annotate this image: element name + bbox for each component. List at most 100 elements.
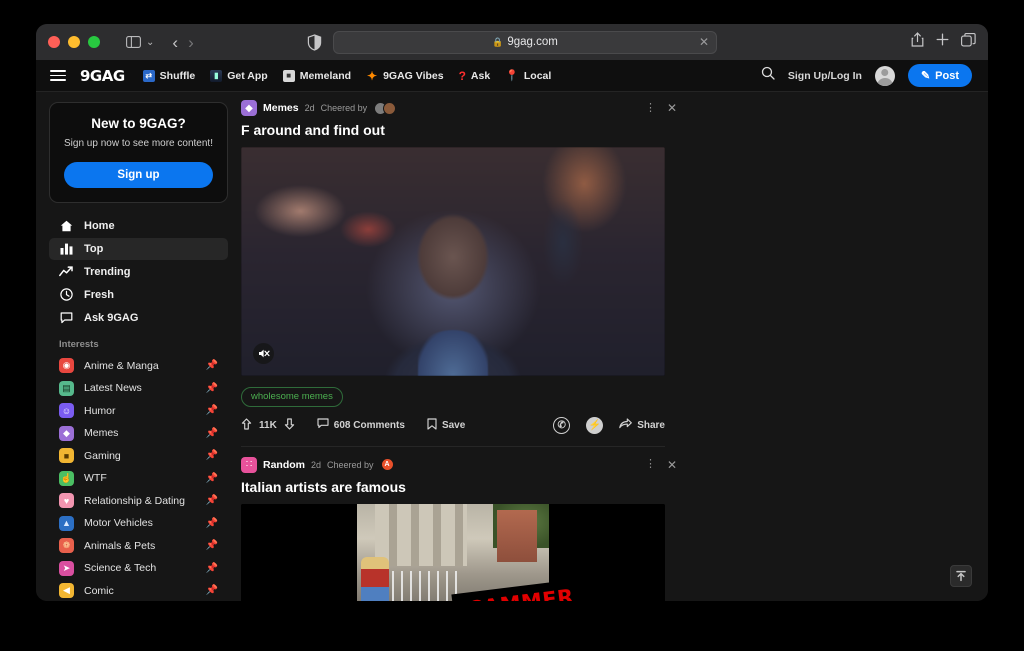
avatar[interactable]	[874, 65, 895, 86]
bar-chart-icon	[59, 243, 73, 255]
privacy-shield-icon[interactable]	[307, 33, 323, 51]
avatar[interactable]	[383, 101, 397, 115]
sidebar-item-trending[interactable]: Trending	[49, 261, 228, 283]
messenger-icon[interactable]: ⚡	[586, 416, 604, 434]
interest-item-animals-pets[interactable]: ❁ Animals & Pets 📌	[49, 535, 228, 558]
new-tab-button[interactable]	[936, 33, 949, 51]
speaker-muted-icon[interactable]	[253, 343, 274, 364]
pin-icon[interactable]: 📌	[206, 450, 218, 461]
nav-item-get-app[interactable]: ▮ Get App	[210, 69, 268, 82]
close-icon[interactable]: ✕	[667, 102, 677, 114]
signin-link[interactable]: Sign Up/Log In	[788, 70, 862, 82]
more-options-icon[interactable]: ⋮	[645, 102, 656, 114]
shuffle-icon: ⇄	[142, 69, 155, 82]
trending-up-icon	[59, 266, 73, 277]
home-icon	[59, 220, 73, 232]
share-icon[interactable]	[911, 32, 924, 52]
sidebar-item-fresh[interactable]: Fresh	[49, 284, 228, 306]
interest-label: WTF	[84, 472, 107, 485]
site-logo[interactable]: 9GAG	[80, 67, 125, 85]
nav-item-ask[interactable]: ? Ask	[459, 69, 491, 83]
tabs-overview-icon[interactable]	[961, 32, 976, 52]
pin-icon[interactable]: 📌	[206, 518, 218, 529]
chevron-down-icon[interactable]: ⌄	[146, 37, 154, 48]
forward-button[interactable]: ›	[188, 34, 194, 51]
pin-icon[interactable]: 📌	[206, 540, 218, 551]
interest-item-gaming[interactable]: ■ Gaming 📌	[49, 445, 228, 468]
window-controls	[48, 36, 100, 48]
post-media-image[interactable]: SCAMMER	[241, 503, 665, 601]
pin-icon[interactable]: 📌	[206, 473, 218, 484]
interest-item-latest-news[interactable]: ▤ Latest News 📌	[49, 377, 228, 400]
pin-icon[interactable]: 📌	[206, 585, 218, 596]
sidebar-toggle-icon[interactable]	[120, 30, 146, 54]
sidebar-nav: Home Top Trending Fresh Ask 9GAG	[36, 215, 241, 329]
interests-list: ◉ Anime & Manga 📌 ▤ Latest News 📌 ☺ Humo…	[36, 355, 241, 602]
interest-item-motor-vehicles[interactable]: ▲ Motor Vehicles 📌	[49, 512, 228, 535]
post-title[interactable]: F around and find out	[241, 122, 988, 138]
close-icon[interactable]: ✕	[667, 459, 677, 471]
minimize-window-button[interactable]	[68, 36, 80, 48]
interest-item-comic[interactable]: ◀ Comic 📌	[49, 580, 228, 602]
nav-item-shuffle[interactable]: ⇄ Shuffle	[142, 69, 195, 82]
nav-label: 9GAG Vibes	[383, 69, 444, 82]
pin-icon[interactable]: 📌	[206, 405, 218, 416]
whatsapp-icon[interactable]: ✆	[553, 416, 571, 434]
interest-label: Gaming	[84, 449, 121, 462]
humor-icon: ☺	[59, 403, 74, 419]
more-options-icon[interactable]: ⋮	[645, 459, 656, 470]
memeland-icon: ■	[282, 69, 295, 82]
post-category[interactable]: Random	[263, 459, 305, 471]
pin-icon[interactable]: 📌	[206, 428, 218, 439]
post-age: 2d	[304, 103, 315, 113]
pin-icon[interactable]: 📌	[206, 360, 218, 371]
pin-icon[interactable]: 📌	[206, 563, 218, 574]
interest-label: Memes	[84, 427, 119, 440]
share-button[interactable]: Share	[619, 418, 665, 432]
anime-icon: ◉	[59, 358, 74, 374]
back-button[interactable]: ‹	[172, 34, 178, 51]
random-icon: ∷	[241, 456, 257, 473]
interest-item-humor[interactable]: ☺ Humor 📌	[49, 400, 228, 423]
avatar[interactable]: A	[380, 458, 394, 471]
interest-item-wtf[interactable]: ☝ WTF 📌	[49, 467, 228, 490]
post-card: ∷ Random 2d Cheered by A ⋮ ✕ Italian art…	[241, 447, 988, 601]
pin-icon[interactable]: 📌	[206, 383, 218, 394]
nav-item-9gag-vibes[interactable]: ✦ 9GAG Vibes	[366, 69, 444, 83]
interest-label: Comic	[84, 584, 114, 597]
post-button[interactable]: ✎ Post	[907, 64, 972, 87]
interest-item-science-tech[interactable]: ➤ Science & Tech 📌	[49, 557, 228, 580]
close-window-button[interactable]	[48, 36, 60, 48]
interest-label: Animals & Pets	[84, 539, 156, 552]
nav-label: Get App	[227, 69, 268, 82]
save-button[interactable]: Save	[427, 417, 465, 433]
pencil-icon: ✎	[920, 70, 931, 82]
post-media-video[interactable]	[241, 147, 665, 376]
address-bar[interactable]: 🔒 9gag.com ✕	[333, 30, 717, 54]
nav-label: Memeland	[299, 69, 352, 82]
hamburger-menu-icon[interactable]	[50, 70, 66, 81]
signup-button[interactable]: Sign up	[64, 161, 213, 188]
post-tag[interactable]: wholesome memes	[241, 387, 343, 407]
sidebar-item-top[interactable]: Top	[49, 237, 228, 260]
motor-icon: ▲	[59, 515, 74, 531]
post-category[interactable]: Memes	[263, 102, 299, 114]
sidebar-item-label: Trending	[84, 265, 131, 278]
pin-icon[interactable]: 📌	[206, 495, 218, 506]
post-title[interactable]: Italian artists are famous	[241, 479, 988, 495]
comments-button[interactable]: 608 Comments	[317, 418, 405, 432]
search-icon[interactable]	[761, 66, 775, 85]
interest-item-memes[interactable]: ◆ Memes 📌	[49, 422, 228, 445]
nav-item-local[interactable]: 📍 Local	[505, 69, 551, 83]
sidebar-item-home[interactable]: Home	[49, 215, 228, 237]
scroll-to-top-button[interactable]	[950, 565, 972, 587]
interest-label: Latest News	[84, 382, 142, 395]
upvote-arrow-icon[interactable]	[241, 417, 252, 433]
stop-reload-button[interactable]: ✕	[699, 36, 709, 48]
interest-item-relationship-dating[interactable]: ♥ Relationship & Dating 📌	[49, 490, 228, 513]
sidebar-item-ask-9gag[interactable]: Ask 9GAG	[49, 307, 228, 329]
downvote-arrow-icon[interactable]	[284, 417, 295, 433]
maximize-window-button[interactable]	[88, 36, 100, 48]
nav-item-memeland[interactable]: ■ Memeland	[282, 69, 352, 82]
interest-item-anime-manga[interactable]: ◉ Anime & Manga 📌	[49, 355, 228, 378]
